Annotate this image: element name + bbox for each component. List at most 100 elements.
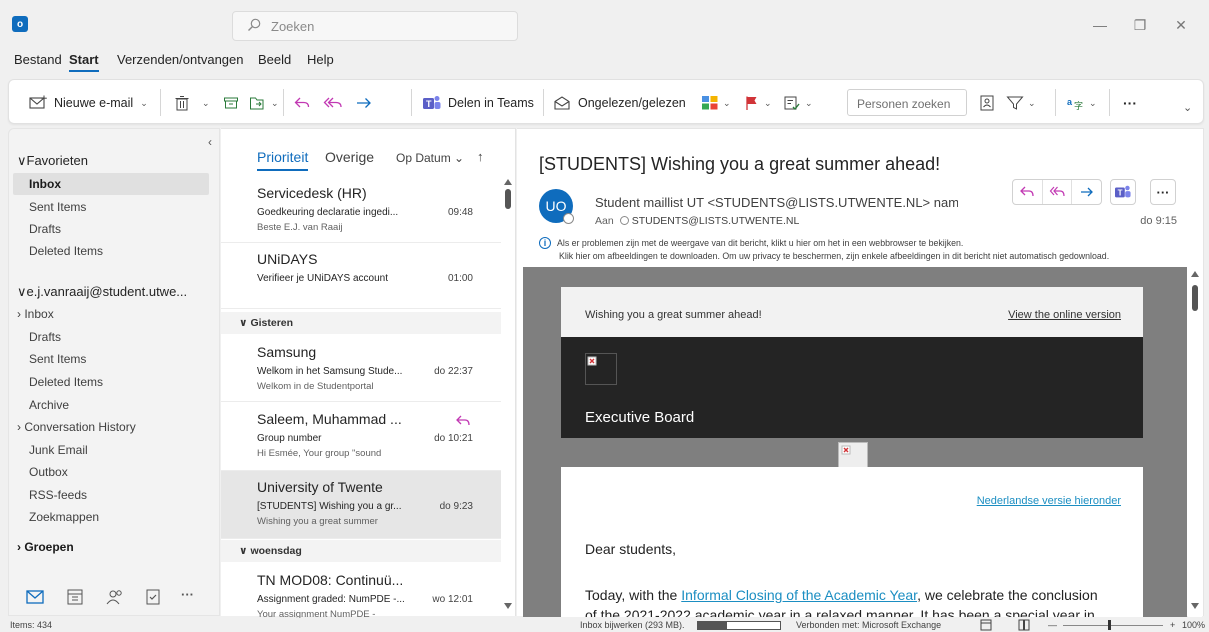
menu-start[interactable]: Start	[69, 52, 99, 72]
reply-all-button[interactable]	[1043, 180, 1073, 204]
menu-verzenden-ontvangen[interactable]: Verzenden/ontvangen	[117, 52, 244, 67]
chevron-down-icon: ⌄	[202, 97, 210, 108]
sort-direction-icon[interactable]: ↑	[477, 149, 484, 164]
address-book-button[interactable]	[979, 92, 995, 114]
share-teams-button[interactable]: T Delen in Teams	[422, 92, 534, 114]
folder-inbox[interactable]: › Inbox	[13, 303, 209, 325]
forward-button[interactable]	[355, 92, 373, 114]
folder-deleted-items[interactable]: Deleted Items	[13, 371, 209, 393]
group-header-wednesday[interactable]: ∨ woensdag	[221, 540, 501, 562]
translate-button[interactable]: a字 ⌄	[1067, 92, 1097, 114]
delete-button[interactable]: ⌄	[174, 92, 210, 114]
chevron-down-icon: ∨	[17, 284, 27, 299]
filter-button[interactable]: ⌄	[1006, 92, 1036, 114]
more-actions-button[interactable]: ···	[1150, 179, 1176, 205]
folder-drafts[interactable]: Drafts	[13, 326, 209, 348]
people-icon[interactable]	[105, 587, 125, 607]
sort-dropdown[interactable]: Op Datum ⌄	[396, 151, 464, 165]
info-bar-line2[interactable]: Klik hier om afbeeldingen te downloaden.…	[559, 251, 1109, 261]
message-item-selected[interactable]: University of Twente [STUDENTS] Wishing …	[221, 471, 501, 539]
scroll-down-icon[interactable]	[1191, 603, 1199, 609]
zoom-level: 100%	[1182, 620, 1206, 630]
favorite-inbox[interactable]: Inbox	[13, 173, 209, 195]
archive-icon	[224, 97, 238, 109]
flag-button[interactable]: ⌄	[744, 92, 772, 114]
normal-view-icon[interactable]	[980, 619, 992, 631]
favorite-drafts[interactable]: Drafts	[13, 218, 209, 240]
message-sender: UNiDAYS	[257, 251, 318, 267]
teams-share-button[interactable]: T	[1110, 179, 1136, 205]
zoom-out-button[interactable]: —	[1048, 620, 1057, 630]
message-item[interactable]: Samsung Welkom in het Samsung Stude... d…	[221, 336, 501, 402]
scrollbar-thumb[interactable]	[505, 189, 511, 209]
status-bar: Items: 434 Inbox bijwerken (293 MB). Ver…	[0, 618, 1209, 632]
unread-read-button[interactable]: Ongelezen/gelezen	[553, 92, 686, 114]
groups-header[interactable]: › Groepen	[13, 536, 209, 558]
reading-pane-scrollbar[interactable]	[1188, 267, 1202, 617]
reply-button[interactable]	[293, 92, 311, 114]
closing-academic-year-link[interactable]: Informal Closing of the Academic Year	[681, 587, 917, 603]
folder-search-folders[interactable]: Zoekmappen	[13, 506, 209, 528]
more-options-button[interactable]: ···	[1123, 92, 1137, 114]
favorite-sent-items[interactable]: Sent Items	[13, 196, 209, 218]
email-from[interactable]: Student maillist UT <STUDENTS@LISTS.UTWE…	[595, 195, 958, 210]
open-envelope-icon	[554, 96, 570, 110]
message-item[interactable]: UNiDAYS Verifieer je UNiDAYS account 01:…	[221, 243, 501, 309]
reply-button[interactable]	[1013, 180, 1043, 204]
connection-status: Verbonden met: Microsoft Exchange	[796, 620, 942, 630]
favorite-deleted-items[interactable]: Deleted Items	[13, 240, 209, 262]
message-item[interactable]: Saleem, Muhammad ... Group number do 10:…	[221, 403, 501, 471]
tasks-icon[interactable]	[143, 587, 163, 607]
scrollbar-thumb[interactable]	[1192, 285, 1198, 311]
svg-text:a: a	[1067, 97, 1073, 107]
forward-button[interactable]	[1072, 180, 1101, 204]
rules-button[interactable]: ⌄	[783, 92, 813, 114]
tab-focused[interactable]: Prioriteit	[257, 149, 309, 171]
mail-icon[interactable]	[25, 587, 45, 607]
folder-junk-email[interactable]: Junk Email	[13, 439, 209, 461]
categorize-button[interactable]: ⌄	[701, 92, 731, 114]
move-button[interactable]: ⌄	[249, 92, 279, 114]
reply-all-button[interactable]	[323, 92, 343, 114]
view-online-link[interactable]: View the online version	[1008, 309, 1121, 321]
menu-beeld[interactable]: Beeld	[258, 52, 291, 67]
folder-sent-items[interactable]: Sent Items	[13, 348, 209, 370]
folder-archive[interactable]: Archive	[13, 394, 209, 416]
zoom-slider-thumb[interactable]	[1108, 620, 1111, 630]
message-list-scrollbar[interactable]	[501, 177, 515, 617]
avatar[interactable]: UO	[539, 189, 574, 224]
message-item[interactable]: Servicedesk (HR) Goedkeuring declaratie …	[221, 177, 501, 243]
account-header[interactable]: ∨e.j.vanraaij@student.utwe...	[13, 281, 209, 303]
more-apps-button[interactable]: ···	[181, 587, 201, 607]
email-to[interactable]: STUDENTS@LISTS.UTWENTE.NL	[632, 215, 800, 227]
zoom-in-button[interactable]: +	[1170, 620, 1175, 630]
search-input[interactable]: Zoeken	[232, 11, 518, 41]
new-email-button[interactable]: Nieuwe e-mail ⌄	[29, 92, 148, 114]
tab-other[interactable]: Overige	[325, 149, 374, 165]
folder-conversation-history[interactable]: › Conversation History	[13, 416, 209, 438]
scroll-up-icon[interactable]	[1191, 271, 1199, 277]
folder-outbox[interactable]: Outbox	[13, 461, 209, 483]
favorites-header[interactable]: ∨Favorieten	[13, 150, 209, 172]
scroll-up-icon[interactable]	[504, 179, 512, 185]
message-item[interactable]: TN MOD08: Continuü... Assignment graded:…	[221, 564, 501, 620]
group-header-yesterday[interactable]: ∨ Gisteren	[221, 312, 501, 334]
rules-icon	[784, 96, 800, 111]
scroll-down-icon[interactable]	[504, 603, 512, 609]
calendar-icon[interactable]	[65, 587, 85, 607]
archive-button[interactable]	[223, 92, 239, 114]
minimize-button[interactable]: —	[1089, 14, 1111, 36]
menu-bestand[interactable]: Bestand	[14, 52, 62, 67]
folder-rss-feeds[interactable]: RSS-feeds	[13, 484, 209, 506]
people-search-input[interactable]: Personen zoeken	[847, 89, 967, 116]
dutch-version-link[interactable]: Nederlandse versie hieronder	[977, 495, 1121, 507]
close-button[interactable]: ✕	[1170, 14, 1192, 36]
outlook-window: o Zoeken — ❐ ✕ Bestand Start Verzenden/o…	[0, 0, 1209, 632]
zoom-slider[interactable]	[1063, 625, 1163, 626]
collapse-pane-icon[interactable]: ‹	[208, 135, 212, 149]
expand-ribbon-chevron-icon[interactable]: ⌄	[1183, 96, 1192, 118]
restore-button[interactable]: ❐	[1129, 14, 1151, 36]
reading-view-icon[interactable]	[1018, 619, 1030, 631]
info-bar-line1[interactable]: i Als er problemen zijn met de weergave v…	[539, 237, 963, 249]
menu-help[interactable]: Help	[307, 52, 334, 67]
